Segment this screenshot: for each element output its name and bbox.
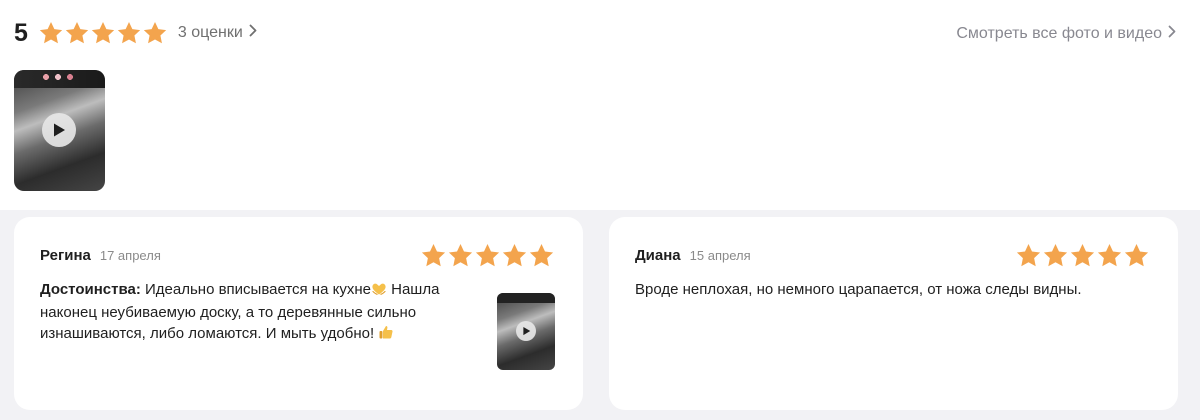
video-thumbnail[interactable] (14, 70, 105, 191)
chevron-right-icon (249, 24, 257, 42)
star-icon (447, 242, 474, 269)
thumbnail-top-strip (497, 293, 555, 303)
star-icon (474, 242, 501, 269)
star-icon (38, 20, 64, 46)
review-date: 15 апреля (689, 248, 751, 263)
star-icon (1069, 242, 1096, 269)
ratings-count-link[interactable]: 3 оценки (178, 24, 257, 42)
star-icon (1015, 242, 1042, 269)
star-icon (64, 20, 90, 46)
summary-stars (38, 20, 168, 46)
review-video-thumbnail[interactable] (497, 293, 555, 370)
review-stars (420, 242, 555, 269)
see-all-media-label: Смотреть все фото и видео (956, 25, 1162, 42)
ratings-count-label: 3 оценки (177, 24, 243, 41)
review-text: Вроде неплохая, но немного царапается, о… (635, 281, 1082, 298)
average-rating: 5 (14, 19, 28, 47)
thumbs-up-emoji (378, 324, 394, 346)
review-author: Регина (40, 247, 91, 264)
play-icon[interactable] (516, 321, 536, 341)
review-author: Диана (635, 247, 681, 264)
star-icon (528, 242, 555, 269)
star-icon (420, 242, 447, 269)
review-header: Регина 17 апреля (40, 247, 161, 264)
star-icon (1096, 242, 1123, 269)
rating-summary-section: 5 3 оценки Смотреть все фото и видео (0, 0, 1200, 210)
star-icon (501, 242, 528, 269)
review-card: Диана 15 апреля Вроде неплохая, но немно… (609, 217, 1178, 410)
review-pros-label: Достоинства: (40, 281, 141, 298)
star-icon (1042, 242, 1069, 269)
star-icon (116, 20, 142, 46)
review-stars (1015, 242, 1150, 269)
review-text: Достоинства: Идеально вписывается на кух… (40, 279, 460, 346)
review-header: Диана 15 апреля (635, 247, 751, 264)
review-pros-text-1: Идеально вписывается на кухне (140, 281, 371, 298)
chevron-right-icon (1168, 25, 1176, 43)
star-icon (142, 20, 168, 46)
star-icon (90, 20, 116, 46)
star-icon (1123, 242, 1150, 269)
rating-row: 5 3 оценки (14, 18, 257, 48)
thumbnail-decoration (38, 72, 78, 82)
play-icon[interactable] (42, 113, 76, 147)
review-card: Регина 17 апреля Достоинства: Идеально в… (14, 217, 583, 410)
heart-hands-emoji (371, 281, 387, 302)
review-date: 17 апреля (99, 248, 161, 263)
see-all-media-link[interactable]: Смотреть все фото и видео (956, 25, 1176, 43)
